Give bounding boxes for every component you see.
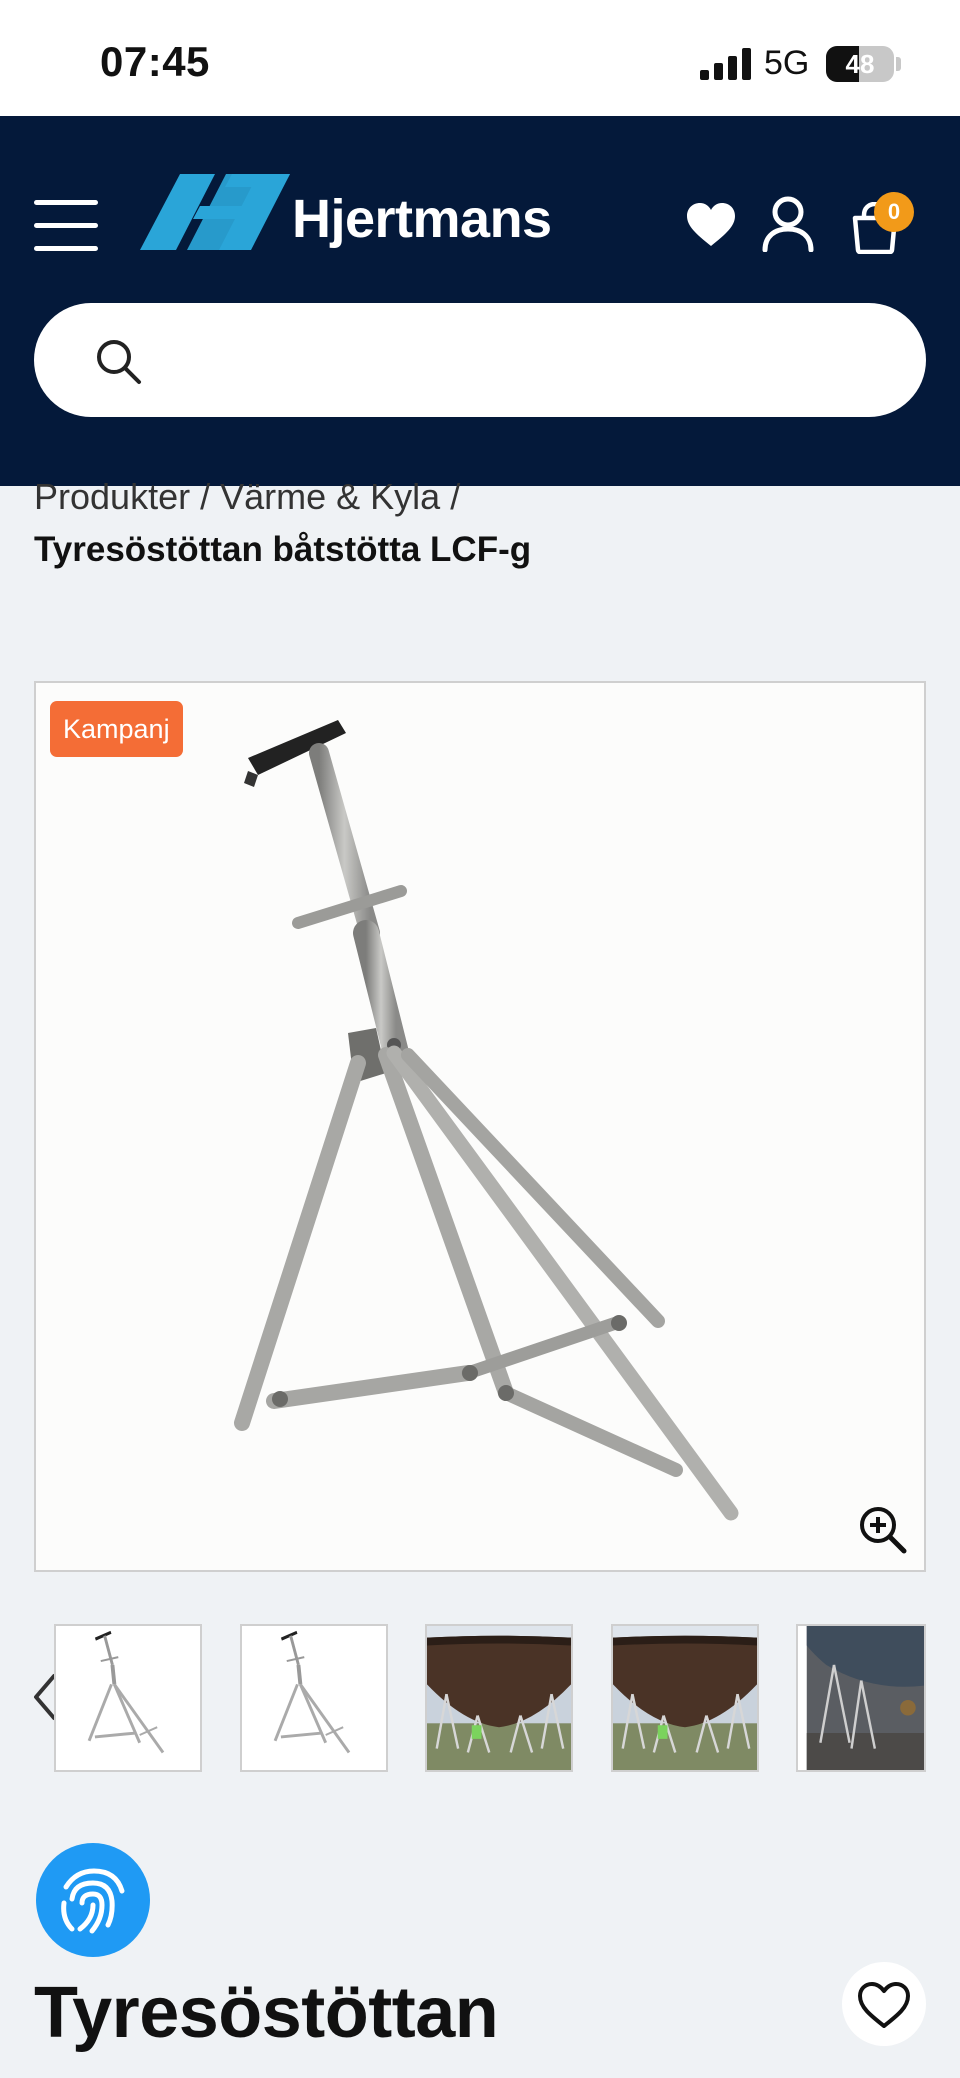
thumbnail-stand[interactable] bbox=[240, 1624, 388, 1772]
wishlist-button[interactable] bbox=[842, 1962, 926, 2046]
boat-stand-photo bbox=[87, 1630, 165, 1754]
breadcrumb-current: Tyresöstöttan båtstötta LCF-g bbox=[34, 530, 532, 569]
search-bar[interactable] bbox=[34, 303, 926, 417]
thumbnail-boat-on-stands[interactable] bbox=[611, 1624, 759, 1772]
boat-on-stands-photo bbox=[613, 1626, 757, 1770]
thumbnail-boat-on-stands[interactable] bbox=[425, 1624, 573, 1772]
search-input[interactable] bbox=[164, 333, 884, 387]
product-image[interactable]: Kampanj bbox=[34, 681, 926, 1572]
battery-level: 48 bbox=[845, 49, 875, 79]
brand-logo[interactable] bbox=[36, 1843, 150, 1957]
status-bar: 07:45 5G 48 bbox=[0, 0, 960, 116]
boat-hull-stands-photo bbox=[806, 1626, 924, 1770]
network-label: 5G bbox=[764, 44, 810, 82]
logo-mark bbox=[140, 174, 290, 250]
promo-badge: Kampanj bbox=[50, 701, 183, 757]
boat-on-stands-photo bbox=[427, 1626, 571, 1770]
search-icon bbox=[97, 340, 141, 384]
battery-icon: 48 bbox=[826, 46, 894, 82]
product-title: Tyresöstöttan bbox=[34, 1973, 499, 2053]
breadcrumb: Produkter / Värme & Kyla / bbox=[34, 476, 460, 518]
site-header: Hjertmans 0 bbox=[0, 116, 960, 486]
thumbnail-boat-hull[interactable] bbox=[796, 1624, 926, 1772]
fingerprint-icon bbox=[61, 1868, 125, 1934]
signal-icon bbox=[700, 48, 751, 80]
breadcrumb-link-category[interactable]: Värme & Kyla bbox=[220, 476, 440, 517]
brand-name: Hjertmans bbox=[292, 189, 552, 249]
logo[interactable]: Hjertmans bbox=[140, 174, 560, 274]
menu-icon[interactable] bbox=[34, 200, 98, 252]
account-icon[interactable] bbox=[762, 196, 814, 252]
breadcrumb-link-products[interactable]: Produkter bbox=[34, 476, 190, 517]
heart-outline-icon bbox=[858, 1982, 910, 2028]
thumbnail-stand[interactable] bbox=[54, 1624, 202, 1772]
boat-stand-photo bbox=[234, 720, 739, 1521]
battery-tip bbox=[896, 57, 901, 71]
zoom-in-icon[interactable] bbox=[858, 1505, 908, 1555]
cart-count-badge: 0 bbox=[874, 192, 914, 232]
breadcrumb-separator: / bbox=[200, 476, 211, 517]
heart-icon[interactable] bbox=[686, 202, 736, 248]
boat-stand-photo bbox=[273, 1630, 351, 1754]
status-time: 07:45 bbox=[100, 38, 210, 85]
breadcrumb-separator: / bbox=[450, 476, 461, 517]
